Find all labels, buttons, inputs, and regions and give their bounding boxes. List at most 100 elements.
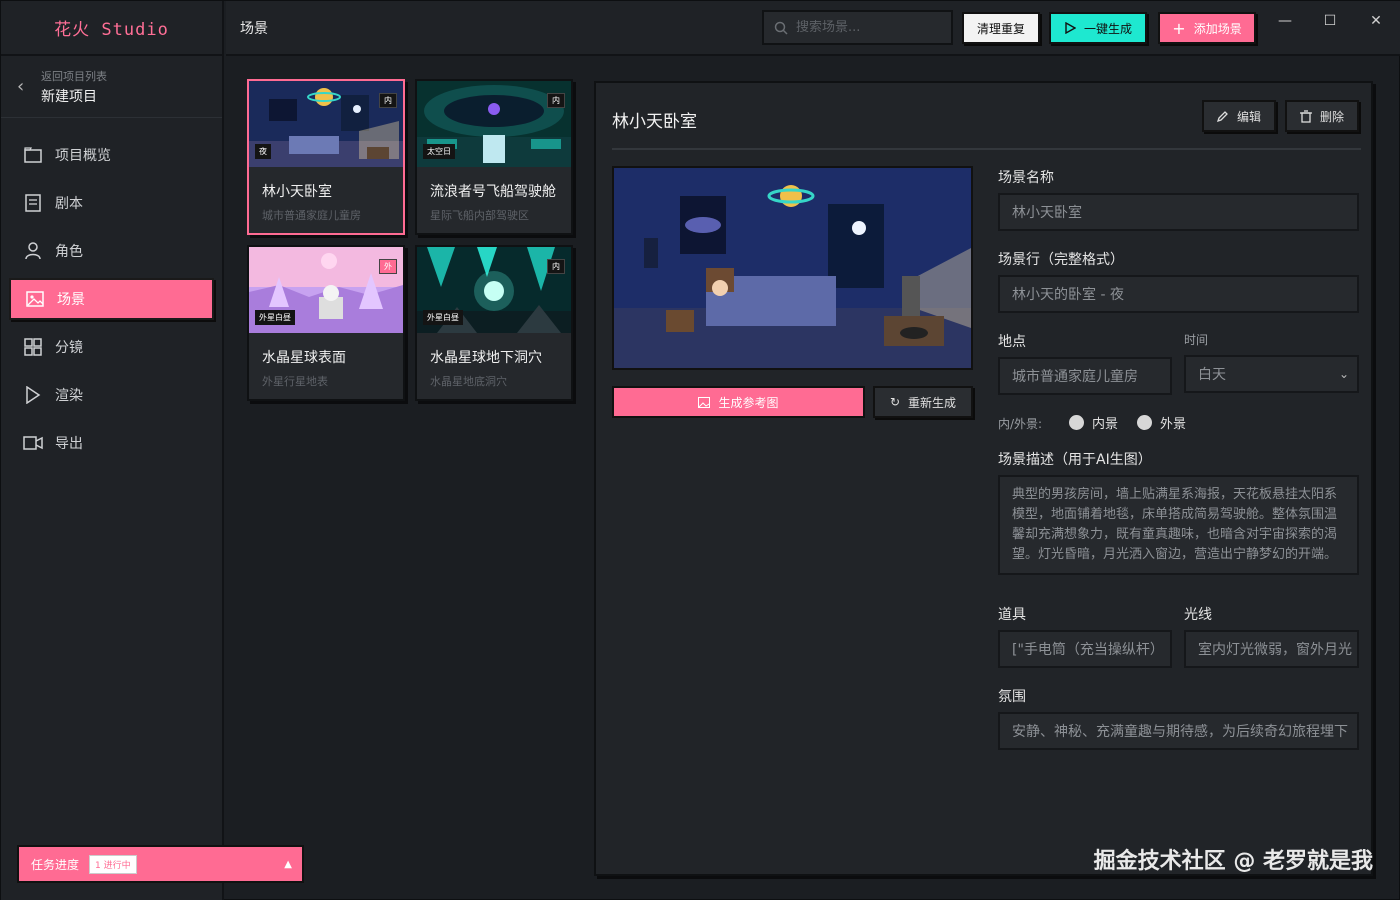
lighting-field[interactable]: 室内灯光微弱，窗外月光 — [1184, 630, 1359, 668]
interior-radio-label: 内景 — [1092, 417, 1119, 432]
divider — [612, 148, 1361, 150]
app-window: 花火 Studio ‹ 返回项目列表 新建项目 项目概览 剧本 角色 场景 分镜… — [0, 0, 1400, 900]
interior-tag: 内 — [379, 93, 397, 108]
scene-location: 星际飞船内部驾驶区 — [430, 209, 529, 222]
plus-icon: + — [1172, 18, 1186, 38]
project-name: 新建项目 — [41, 88, 97, 105]
sidebar-item-export[interactable]: 导出 — [9, 422, 214, 464]
image-icon — [25, 289, 45, 309]
scene-location: 水晶星地底洞穴 — [430, 375, 507, 388]
play-icon — [23, 385, 43, 405]
edit-button[interactable]: 编辑 — [1202, 100, 1276, 132]
mood-label: 氛围 — [998, 689, 1026, 705]
description-textarea[interactable]: 典型的男孩房间，墙上贴满星系海报，天花板悬挂太阳系模型，地面铺着地毯，床单搭成简… — [998, 475, 1359, 575]
page-title: 场景 — [240, 20, 268, 37]
expand-arrow-icon[interactable]: ▲ — [284, 859, 292, 870]
scene-name: 水晶星球地下洞穴 — [430, 350, 542, 366]
search-icon — [774, 21, 788, 35]
sidebar-item-script[interactable]: 剧本 — [9, 182, 214, 224]
sidebar-item-label: 剧本 — [55, 196, 83, 212]
status-badge: 1 进行中 — [89, 854, 137, 874]
scene-name: 水晶星球表面 — [262, 350, 346, 366]
scene-heading-field[interactable]: 林小天的卧室 - 夜 — [998, 275, 1359, 313]
scene-name-field[interactable]: 林小天卧室 — [998, 193, 1359, 231]
sidebar-item-label: 角色 — [55, 244, 83, 260]
scene-thumbnail: 内 太空日 — [417, 81, 571, 167]
interior-radio[interactable]: 内景 — [1069, 413, 1118, 432]
chevron-left-icon: ‹ — [17, 76, 25, 97]
scene-card[interactable]: 外 外星白昼 水晶星球表面 外星行星地表 — [247, 245, 405, 401]
close-button[interactable]: ✕ — [1366, 13, 1386, 29]
header: 场景 清理重复 一键生成 + 添加场景 — ☐ ✕ — [226, 1, 1400, 56]
sidebar-item-overview[interactable]: 项目概览 — [9, 134, 214, 176]
back-to-project-list[interactable]: ‹ 返回项目列表 新建项目 — [1, 56, 222, 118]
sidebar-item-label: 分镜 — [55, 340, 83, 356]
sidebar-item-render[interactable]: 渲染 — [9, 374, 214, 416]
refresh-icon: ↻ — [889, 395, 901, 409]
generate-reference-label: 生成参考图 — [718, 395, 779, 410]
time-tag: 太空日 — [423, 144, 455, 159]
sidebar-item-label: 项目概览 — [55, 148, 111, 164]
time-select[interactable]: 白天 ⌄ — [1184, 355, 1359, 393]
user-icon — [23, 241, 43, 261]
radio-dot — [1137, 415, 1152, 430]
one-click-generate-button[interactable]: 一键生成 — [1049, 12, 1147, 44]
clean-duplicates-label: 清理重复 — [976, 21, 1025, 36]
exterior-radio-label: 外景 — [1160, 417, 1187, 432]
time-tag: 外星白昼 — [255, 310, 295, 325]
radio-dot — [1069, 415, 1084, 430]
location-field[interactable]: 城市普通家庭儿童房 — [998, 357, 1172, 395]
folder-icon — [23, 145, 43, 165]
mood-field[interactable]: 安静、神秘、充满童趣与期待感，为后续奇幻旅程埋下 — [998, 712, 1359, 750]
interior-tag: 内 — [547, 259, 565, 274]
lighting-label: 光线 — [1184, 607, 1212, 623]
search-box[interactable] — [762, 10, 953, 45]
regenerate-button[interactable]: ↻ 重新生成 — [873, 386, 973, 418]
search-input[interactable] — [796, 20, 946, 35]
scene-card[interactable]: 内 夜 林小天卧室 城市普通家庭儿童房 — [247, 79, 405, 235]
image-icon — [698, 396, 711, 408]
scene-name: 林小天卧室 — [262, 184, 332, 200]
add-scene-label: 添加场景 — [1193, 21, 1242, 36]
video-icon — [23, 433, 43, 453]
add-scene-button[interactable]: + 添加场景 — [1158, 12, 1256, 44]
delete-button[interactable]: 删除 — [1285, 100, 1359, 132]
one-click-generate-label: 一键生成 — [1083, 21, 1132, 36]
sidebar-item-storyboard[interactable]: 分镜 — [9, 326, 214, 368]
play-icon — [1065, 22, 1076, 34]
sidebar-item-label: 导出 — [55, 436, 83, 452]
time-label: 时间 — [1184, 333, 1209, 347]
time-tag: 夜 — [255, 144, 271, 159]
maximize-button[interactable]: ☐ — [1320, 13, 1340, 29]
sidebar-item-characters[interactable]: 角色 — [9, 230, 214, 272]
regenerate-label: 重新生成 — [908, 395, 957, 410]
scene-thumbnail: 内 夜 — [249, 81, 403, 167]
task-progress-label: 任务进度 — [31, 857, 80, 872]
edit-label: 编辑 — [1236, 109, 1261, 124]
interior-tag: 内 — [547, 93, 565, 108]
minimize-button[interactable]: — — [1275, 13, 1295, 29]
sidebar-item-scenes[interactable]: 场景 — [9, 278, 214, 320]
scene-name: 流浪者号飞船驾驶舱 — [430, 184, 556, 200]
delete-label: 删除 — [1319, 109, 1344, 124]
props-label: 道具 — [998, 607, 1026, 623]
scene-location: 外星行星地表 — [262, 375, 328, 388]
generate-reference-image-button[interactable]: 生成参考图 — [612, 386, 865, 418]
clean-duplicates-button[interactable]: 清理重复 — [962, 12, 1040, 44]
trash-icon — [1299, 109, 1312, 123]
scene-thumbnail: 外 外星白昼 — [249, 247, 403, 333]
time-select-value: 白天 — [1198, 367, 1226, 383]
props-field[interactable]: ["手电筒（充当操纵杆） — [998, 630, 1172, 668]
back-caption: 返回项目列表 — [41, 69, 107, 83]
scene-card[interactable]: 内 太空日 流浪者号飞船驾驶舱 星际飞船内部驾驶区 — [415, 79, 573, 235]
scene-heading-label: 场景行（完整格式） — [998, 252, 1124, 268]
scene-card[interactable]: 内 外星白昼 水晶星球地下洞穴 水晶星地底洞穴 — [415, 245, 573, 401]
sidebar: 花火 Studio ‹ 返回项目列表 新建项目 项目概览 剧本 角色 场景 分镜… — [1, 1, 224, 900]
task-progress-bar[interactable]: 任务进度 1 进行中 ▲ — [17, 845, 304, 883]
time-tag: 外星白昼 — [423, 310, 463, 325]
detail-title: 林小天卧室 — [612, 112, 697, 132]
scene-preview-image — [612, 166, 973, 370]
exterior-radio[interactable]: 外景 — [1137, 413, 1186, 432]
sidebar-nav: 项目概览 剧本 角色 场景 分镜 渲染 导出 — [1, 118, 222, 486]
script-icon — [23, 193, 43, 213]
